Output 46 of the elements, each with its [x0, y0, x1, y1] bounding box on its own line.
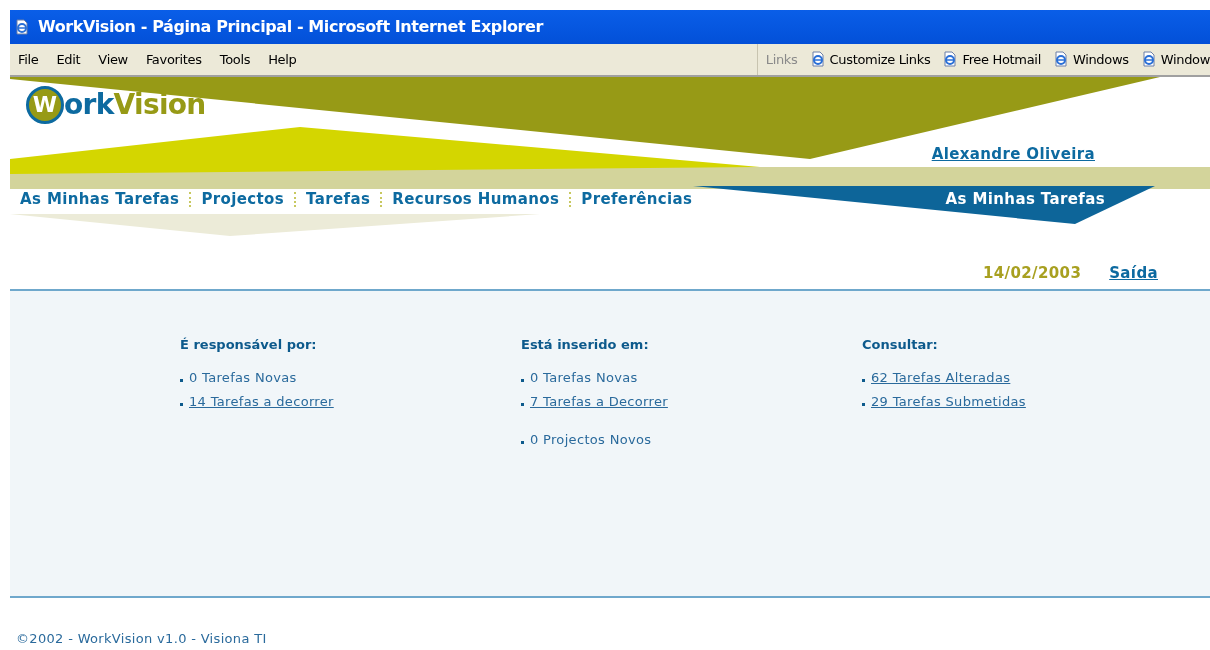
task-count: 0 Tarefas Novas [189, 369, 297, 388]
column-heading: Consultar: [862, 335, 939, 354]
ie-page-icon [1052, 51, 1069, 68]
footer-text: ©2002 - WorkVision v1.0 - Visiona TI [16, 631, 267, 646]
link-toolbar-item[interactable]: Window [1140, 49, 1210, 70]
logo-badge: W [26, 85, 64, 124]
ie-page-icon [942, 51, 959, 68]
menu-item[interactable]: View [98, 49, 128, 70]
ie-page-icon [14, 19, 30, 36]
bullet-icon [521, 440, 524, 444]
menu-item[interactable]: Favorites [145, 49, 202, 70]
task-link[interactable]: 29 Tarefas Submetidas [871, 392, 1026, 412]
date-text: 14/02/2003 [983, 262, 1082, 284]
nav-link[interactable]: Preferências [581, 188, 693, 211]
bullet-icon [180, 378, 183, 382]
task-link[interactable]: 62 Tarefas Alteradas [871, 368, 1011, 388]
column-heading: É responsável por: [180, 335, 318, 354]
task-link[interactable]: 14 Tarefas a decorrer [189, 392, 334, 412]
link-toolbar-item[interactable]: Free Hotmail [942, 49, 1041, 70]
menu-item[interactable]: Help [268, 49, 297, 70]
task-count: 0 Projectos Novos [530, 431, 652, 450]
task-link[interactable]: 7 Tarefas a Decorrer [530, 392, 668, 412]
column-heading: Está inserido em: [521, 335, 650, 354]
menu-item[interactable]: Tools [219, 49, 251, 70]
task-count: 0 Tarefas Novas [530, 369, 638, 388]
ie-page-icon [809, 51, 826, 68]
window-title: WorkVision - Página Principal - Microsoft Internet Explorer [38, 16, 543, 39]
bullet-icon [862, 402, 865, 406]
ie-page-icon [1140, 51, 1157, 68]
nav-link[interactable]: Projectos [201, 188, 285, 211]
bullet-icon [521, 402, 524, 406]
menu-item[interactable]: Edit [56, 49, 81, 70]
link-toolbar-item[interactable]: Windows [1052, 49, 1129, 70]
link-toolbar-item[interactable]: Customize Links [809, 49, 931, 70]
user-name-link[interactable]: Alexandre Oliveira [931, 142, 1095, 166]
bullet-icon [862, 378, 865, 382]
links-label: Links [765, 50, 798, 69]
nav-link[interactable]: Tarefas [306, 188, 371, 211]
nav-link[interactable]: Recursos Humanos [392, 188, 560, 211]
bullet-icon [521, 378, 524, 382]
menu-item[interactable]: File [18, 49, 39, 70]
logo-text: orkVision [64, 90, 206, 119]
nav-link[interactable]: As Minhas Tarefas [20, 188, 180, 211]
section-title: As Minhas Tarefas [945, 189, 1105, 210]
logout-link[interactable]: Saída [1109, 261, 1158, 285]
bullet-icon [180, 402, 183, 406]
